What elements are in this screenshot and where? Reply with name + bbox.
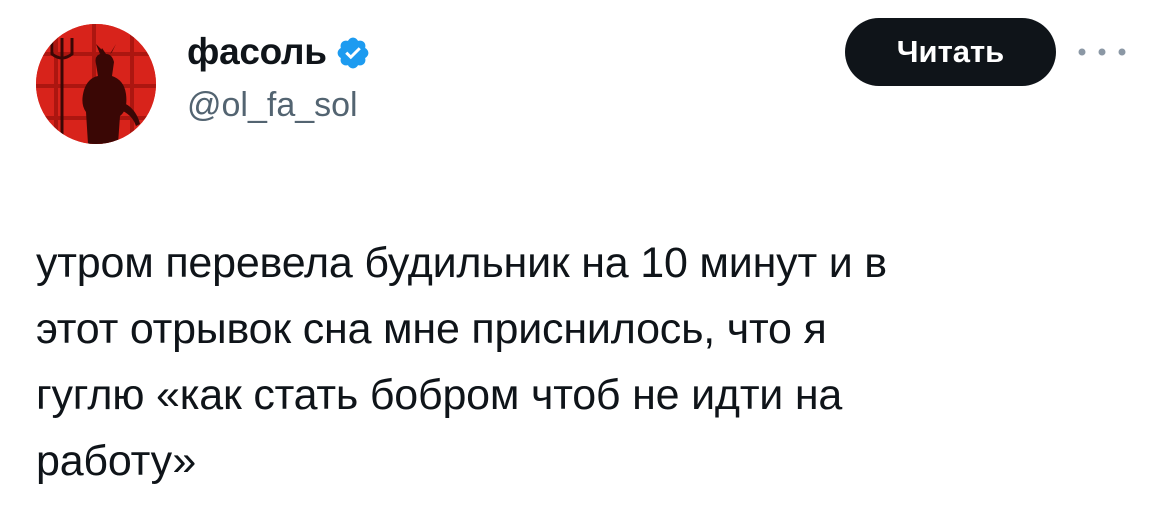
- more-options-button[interactable]: [1070, 30, 1134, 74]
- follow-button[interactable]: Читать: [845, 18, 1056, 86]
- author-handle[interactable]: @ol_fa_sol: [187, 84, 358, 126]
- author-display-name[interactable]: фасоль: [187, 30, 327, 74]
- tweet-card: фасоль @ol_fa_sol Читать утром перевела …: [0, 0, 1169, 511]
- devil-silhouette-avatar-icon: [36, 24, 156, 144]
- more-dots-icon: [1078, 48, 1126, 56]
- avatar[interactable]: [36, 24, 156, 144]
- verified-badge-icon[interactable]: [335, 35, 371, 71]
- post-text: утром перевела будильник на 10 минут и в…: [36, 239, 887, 485]
- author-name-row: фасоль: [187, 30, 371, 74]
